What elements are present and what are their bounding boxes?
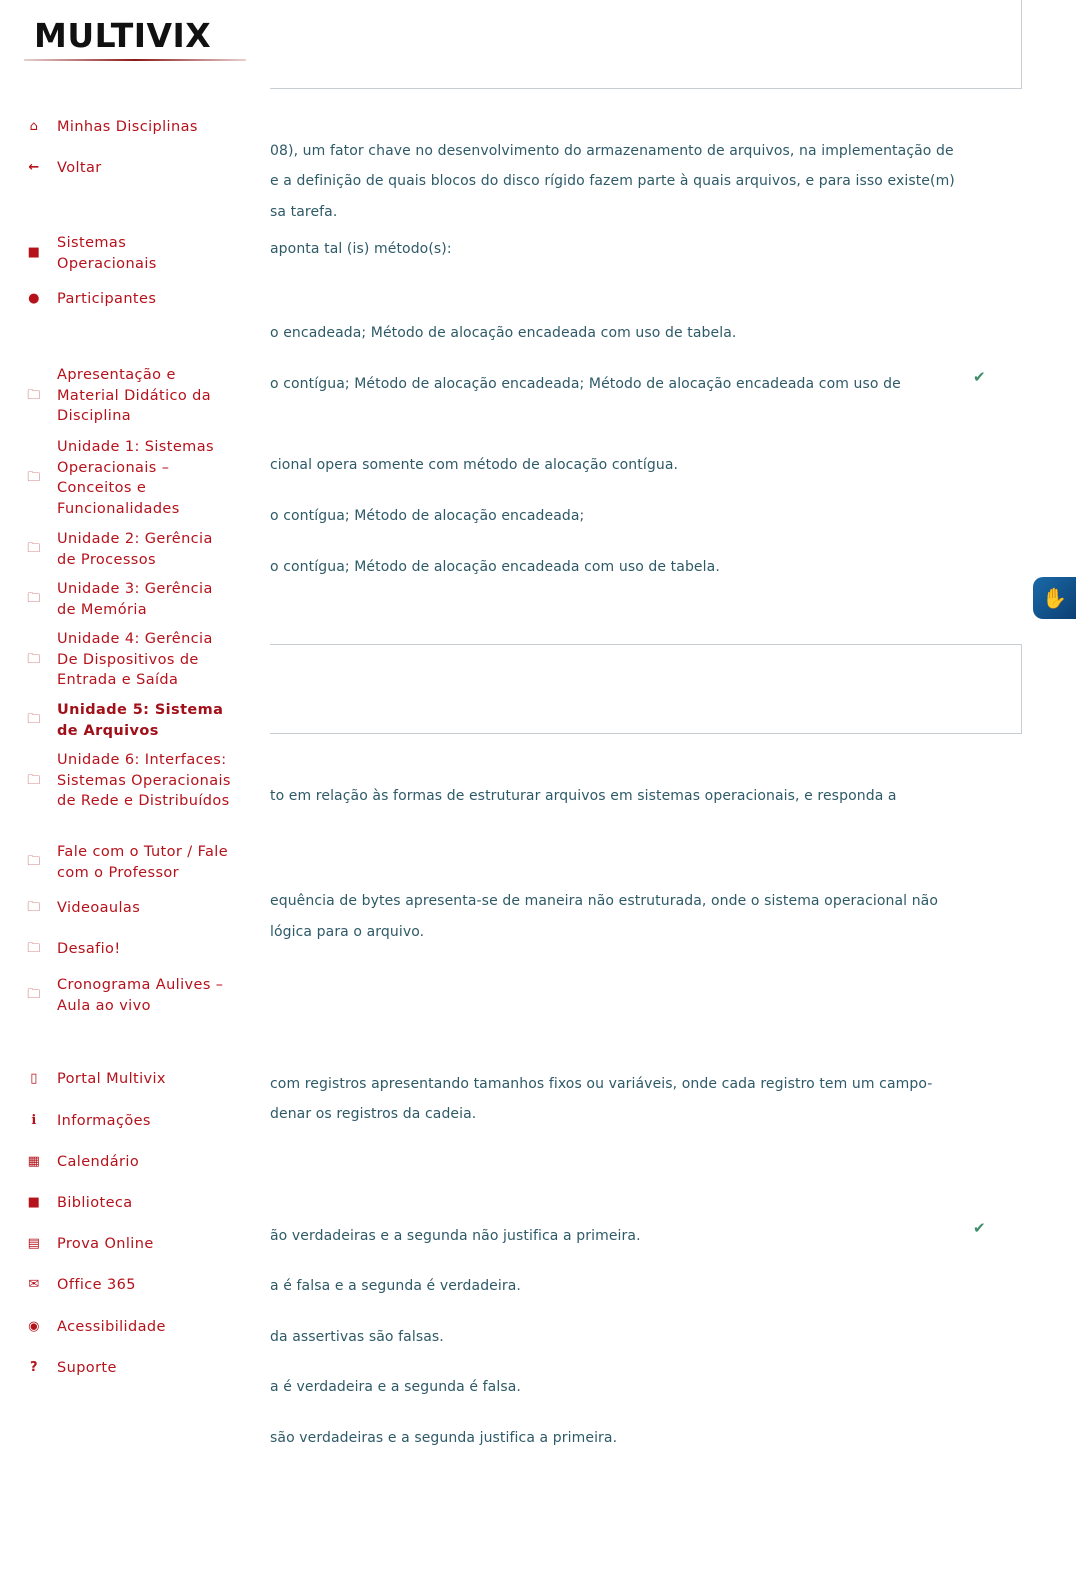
question-1-text-line: sa tarefa. (270, 204, 338, 220)
nav-section-unidade-6[interactable]: 🗀 Unidade 6: Interfaces: Sistemas Operac… (24, 750, 244, 812)
question-1-text-line: e a definição de quais blocos do disco r… (270, 173, 955, 189)
question-icon: ? (30, 1360, 38, 1375)
question-info-box-1 (200, 0, 1022, 89)
question-2-text-line: com registros apresentando tamanhos fixo… (270, 1076, 933, 1092)
nav-section-unidade-2[interactable]: 🗀 Unidade 2: Gerência de Processos (24, 529, 244, 570)
nav-section-unidade-1[interactable]: 🗀 Unidade 1: Sistemas Operacionais – Con… (24, 437, 244, 519)
nav-label: Suporte (57, 1360, 117, 1376)
home-icon: ⌂ (29, 119, 39, 134)
folder-icon: 🗀 (27, 541, 41, 557)
nav-label: Unidade 5: Sistema de Arquivos (57, 702, 224, 739)
nav-biblioteca[interactable]: ■ Biblioteca (24, 1193, 244, 1214)
nav-label: Sistemas Operacionais (57, 235, 157, 272)
nav-label: Unidade 2: Gerência de Processos (57, 531, 213, 568)
book-icon: ■ (27, 1195, 41, 1210)
nav-calendario[interactable]: ▦ Calendário (24, 1152, 244, 1173)
nav-label: Acessibilidade (57, 1319, 166, 1335)
calendar-icon: ▦ (27, 1154, 41, 1169)
nav-label: Informações (57, 1113, 151, 1129)
nav-label: Unidade 1: Sistemas Operacionais – Conce… (57, 439, 214, 517)
sidebar: MULTIVIX ⌂ Minhas Disciplinas ← Voltar ■… (0, 0, 270, 1570)
nav-suporte[interactable]: ? Suporte (24, 1358, 244, 1379)
question-2-option[interactable]: da assertivas são falsas. (270, 1322, 444, 1352)
nav-label: Desafio! (57, 941, 121, 957)
nav-section-unidade-5[interactable]: 🗀 Unidade 5: Sistema de Arquivos (24, 700, 244, 741)
folder-icon: 🗀 (27, 387, 41, 403)
nav-voltar[interactable]: ← Voltar (24, 158, 244, 179)
logo-text: MULTIVIX (34, 16, 212, 55)
question-2-text-line: lógica para o arquivo. (270, 924, 425, 940)
folder-icon: 🗀 (27, 941, 41, 956)
accessibility-icon: ◉ (28, 1319, 40, 1334)
mobile-icon: ▯ (30, 1071, 38, 1086)
logo-underline (24, 59, 246, 61)
question-1-option[interactable]: cional opera somente com método de aloca… (270, 450, 678, 480)
vlibras-button[interactable]: ✋ (1033, 577, 1076, 619)
nav-label: Minhas Disciplinas (57, 119, 198, 135)
folder-icon: 🗀 (27, 712, 41, 728)
nav-label: Unidade 4: Gerência De Dispositivos de E… (57, 631, 213, 688)
check-icon: ✔ (973, 368, 986, 386)
book-icon: ■ (27, 245, 41, 261)
folder-icon: 🗀 (27, 591, 41, 607)
question-info-box-2 (200, 644, 1022, 734)
nav-label: Unidade 3: Gerência de Memória (57, 581, 213, 618)
nav-sistemas-operacionais[interactable]: ■ Sistemas Operacionais (24, 233, 244, 274)
nav-informacoes[interactable]: i Informações (24, 1111, 244, 1132)
question-2-text-line: denar os registros da cadeia. (270, 1106, 477, 1122)
info-icon: i (31, 1113, 37, 1128)
nav-label: Prova Online (57, 1236, 154, 1252)
check-icon: ✔ (973, 1219, 986, 1237)
nav-participantes[interactable]: ● Participantes (24, 289, 244, 310)
nav-section-desafio[interactable]: 🗀 Desafio! (24, 939, 244, 960)
nav-acessibilidade[interactable]: ◉ Acessibilidade (24, 1317, 244, 1338)
nav-label: Portal Multivix (57, 1071, 166, 1087)
nav-label: Voltar (57, 160, 102, 176)
nav-section-videoaulas[interactable]: 🗀 Videoaulas (24, 898, 244, 919)
nav-portal-multivix[interactable]: ▯ Portal Multivix (24, 1069, 244, 1090)
nav-section-apresentacao[interactable]: 🗀 Apresentação e Material Didático da Di… (24, 365, 244, 427)
question-2-option[interactable]: a é verdadeira e a segunda é falsa. (270, 1372, 521, 1402)
folder-icon: 🗀 (27, 987, 41, 1003)
question-2-option[interactable]: ão verdadeiras e a segunda não justifica… (270, 1221, 641, 1251)
arrow-left-icon: ← (28, 160, 40, 175)
envelope-icon: ✉ (28, 1277, 40, 1292)
question-1-option[interactable]: o contígua; Método de alocação encadeada… (270, 369, 901, 399)
question-1-option[interactable]: o contígua; Método de alocação encadeada… (270, 552, 720, 582)
users-icon: ● (28, 291, 40, 306)
folder-icon: 🗀 (27, 900, 41, 915)
question-1-option[interactable]: o contígua; Método de alocação encadeada… (270, 501, 584, 531)
nav-section-unidade-3[interactable]: 🗀 Unidade 3: Gerência de Memória (24, 579, 244, 620)
nav-label: Apresentação e Material Didático da Disc… (57, 367, 212, 424)
question-2-option[interactable]: são verdadeiras e a segunda justifica a … (270, 1423, 617, 1453)
nav-section-fale-com-tutor[interactable]: 🗀 Fale com o Tutor / Fale com o Professo… (24, 842, 244, 883)
nav-section-unidade-4[interactable]: 🗀 Unidade 4: Gerência De Dispositivos de… (24, 629, 244, 691)
multivix-logo[interactable]: MULTIVIX (24, 16, 246, 64)
nav-section-cronograma[interactable]: 🗀 Cronograma Aulives – Aula ao vivo (24, 975, 244, 1016)
nav-label: Calendário (57, 1154, 140, 1170)
nav-label: Biblioteca (57, 1195, 133, 1211)
folder-icon: 🗀 (27, 469, 41, 485)
question-1-text-line: 08), um fator chave no desenvolvimento d… (270, 143, 954, 159)
nav-label: Unidade 6: Interfaces: Sistemas Operacio… (57, 752, 231, 809)
question-1-option[interactable]: o encadeada; Método de alocação encadead… (270, 318, 736, 348)
nav-minhas-disciplinas[interactable]: ⌂ Minhas Disciplinas (24, 117, 244, 138)
folder-icon: 🗀 (27, 772, 41, 788)
nav-label: Fale com o Tutor / Fale com o Professor (57, 844, 229, 881)
nav-label: Cronograma Aulives – Aula ao vivo (57, 977, 224, 1014)
folder-icon: 🗀 (27, 854, 41, 870)
nav-prova-online[interactable]: ▤ Prova Online (24, 1234, 244, 1255)
folder-icon: 🗀 (27, 651, 41, 667)
nav-label: Office 365 (57, 1277, 136, 1293)
sign-language-icon: ✋ (1042, 586, 1067, 610)
file-icon: ▤ (27, 1236, 41, 1251)
question-2-text-line: equência de bytes apresenta-se de maneir… (270, 893, 939, 909)
question-2-option[interactable]: a é falsa e a segunda é verdadeira. (270, 1271, 521, 1301)
nav-label: Videoaulas (57, 900, 141, 916)
question-1-text-line: aponta tal (is) método(s): (270, 241, 452, 257)
nav-office-365[interactable]: ✉ Office 365 (24, 1275, 244, 1296)
nav-label: Participantes (57, 291, 157, 307)
question-2-text-line: to em relação às formas de estruturar ar… (270, 788, 897, 804)
